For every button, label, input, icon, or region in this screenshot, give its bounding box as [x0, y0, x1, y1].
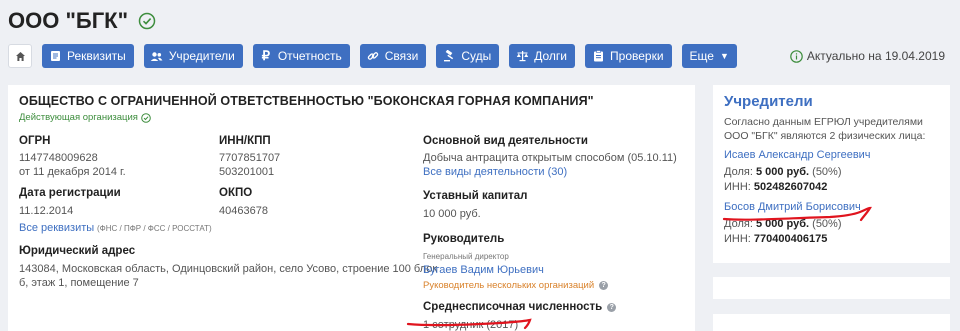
- side-panel: [713, 277, 950, 299]
- capital-label: Уставный капитал: [423, 190, 528, 202]
- gavel-icon: [442, 49, 456, 63]
- more-label: Еще: [689, 49, 714, 63]
- users-icon: [150, 49, 164, 63]
- inn-value: 7707851707: [219, 152, 281, 164]
- share-percent: (50%): [812, 166, 842, 178]
- inspections-button[interactable]: Проверки: [585, 44, 672, 68]
- home-icon: [15, 51, 25, 61]
- inspections-label: Проверки: [610, 49, 664, 63]
- inn-value: 502482607042: [753, 181, 828, 193]
- more-button[interactable]: Еще ▼: [681, 44, 737, 68]
- activity-value: Добыча антрацита открытым способом (05.1…: [423, 152, 677, 164]
- share-value: 5 000 руб.: [755, 218, 810, 230]
- actuality-text: Актуально на 19.04.2019: [806, 49, 945, 63]
- inn-kpp-label: ИНН/КПП: [219, 135, 271, 147]
- requisites-label: Реквизиты: [67, 49, 126, 63]
- address-label: Юридический адрес: [19, 245, 136, 257]
- title-row: ООО "БГК": [8, 8, 156, 34]
- activity-label: Основной вид деятельности: [423, 135, 588, 147]
- home-button[interactable]: [8, 44, 32, 68]
- verified-check-icon: [138, 12, 156, 30]
- founder-share: Доля: 5 000 руб. (50%): [724, 166, 842, 178]
- address-line-1: 143084, Московская область, Одинцовский …: [19, 263, 438, 275]
- founders-button[interactable]: Учредители: [143, 44, 243, 68]
- founders-card: Учредители Согласно данным ЕГРЮЛ учредит…: [713, 85, 950, 263]
- debts-label: Долги: [534, 49, 568, 63]
- ogrn-label: ОГРН: [19, 135, 51, 147]
- inn-label: ИНН:: [724, 233, 751, 245]
- scales-icon: [515, 49, 529, 63]
- inn-label: ИНН:: [724, 181, 751, 193]
- founder-name-link[interactable]: Босов Дмитрий Борисович: [724, 201, 861, 213]
- head-note: Руководитель нескольких организаций ?: [423, 280, 609, 291]
- reg-date-label: Дата регистрации: [19, 187, 121, 199]
- requisites-button[interactable]: Реквизиты: [42, 44, 134, 68]
- reports-button[interactable]: ₽ Отчетность: [252, 44, 350, 68]
- chevron-down-icon: ▼: [719, 51, 729, 61]
- side-panel: [713, 314, 950, 331]
- status-check-icon: [141, 112, 151, 123]
- courts-label: Суды: [461, 49, 492, 63]
- kpp-value: 503201001: [219, 166, 275, 178]
- founder-inn: ИНН: 502482607042: [724, 181, 827, 193]
- founder-share: Доля: 5 000 руб. (50%): [724, 218, 842, 230]
- links-label: Связи: [384, 49, 419, 63]
- share-label: Доля:: [724, 166, 753, 178]
- head-note-text: Руководитель нескольких организаций: [423, 280, 595, 291]
- ogrn-value: 1147748009628: [19, 152, 98, 164]
- staff-label: Среднесписочная численность: [423, 301, 603, 313]
- founder-inn: ИНН: 770400406175: [724, 233, 827, 245]
- founder-name-link[interactable]: Исаев Александр Сергеевич: [724, 149, 871, 161]
- help-icon[interactable]: ?: [607, 302, 617, 312]
- share-percent: (50%): [812, 218, 842, 230]
- share-label: Доля:: [724, 218, 753, 230]
- clipboard-icon: [591, 49, 605, 63]
- reports-label: Отчетность: [277, 49, 342, 63]
- link-icon: [366, 49, 380, 63]
- founders-description: Согласно данным ЕГРЮЛ учредителями ООО "…: [724, 116, 926, 142]
- founders-label: Учредители: [168, 49, 235, 63]
- document-icon: [48, 49, 62, 63]
- okpo-label: ОКПО: [219, 187, 253, 199]
- staff-value: 1 сотрудник (2017): [423, 319, 519, 331]
- actuality-date: Актуально на 19.04.2019: [790, 49, 945, 63]
- links-button[interactable]: Связи: [359, 44, 427, 68]
- head-name-link[interactable]: Бугаев Вадим Юрьевич: [423, 264, 544, 276]
- head-label: Руководитель: [423, 233, 505, 245]
- staff-label-row: Среднесписочная численность ?: [423, 301, 617, 313]
- all-requisites-note: (ФНС / ПФР / ФСС / РОССТАТ): [97, 224, 212, 233]
- share-value: 5 000 руб.: [755, 166, 810, 178]
- info-icon: [790, 49, 803, 63]
- ruble-icon: ₽: [261, 48, 270, 63]
- okpo-value: 40463678: [219, 205, 268, 217]
- toolbar: Реквизиты Учредители ₽ Отчетность Связи …: [8, 44, 747, 68]
- address-line-2: б, этаж 1, помещение 7: [19, 277, 139, 289]
- capital-value: 10 000 руб.: [423, 208, 481, 220]
- company-title: ООО "БГК": [8, 8, 129, 33]
- founders-title: Учредители: [724, 93, 813, 110]
- ogrn-date: от 11 декабря 2014 г.: [19, 166, 126, 178]
- debts-button[interactable]: Долги: [509, 44, 576, 68]
- help-icon[interactable]: ?: [599, 281, 609, 290]
- company-status: Действующая организация: [19, 112, 151, 123]
- courts-button[interactable]: Суды: [436, 44, 500, 68]
- inn-value: 770400406175: [753, 233, 828, 245]
- all-requisites-link[interactable]: Все реквизиты: [19, 222, 94, 234]
- head-position: Генеральный директор: [423, 252, 509, 261]
- company-full-name: ОБЩЕСТВО С ОГРАНИЧЕННОЙ ОТВЕТСТВЕННОСТЬЮ…: [19, 94, 594, 108]
- company-info-card: ОБЩЕСТВО С ОГРАНИЧЕННОЙ ОТВЕТСТВЕННОСТЬЮ…: [8, 85, 695, 331]
- reg-date-value: 11.12.2014: [19, 205, 74, 217]
- company-status-text: Действующая организация: [19, 112, 138, 123]
- all-activities-link[interactable]: Все виды деятельности (30): [423, 166, 567, 178]
